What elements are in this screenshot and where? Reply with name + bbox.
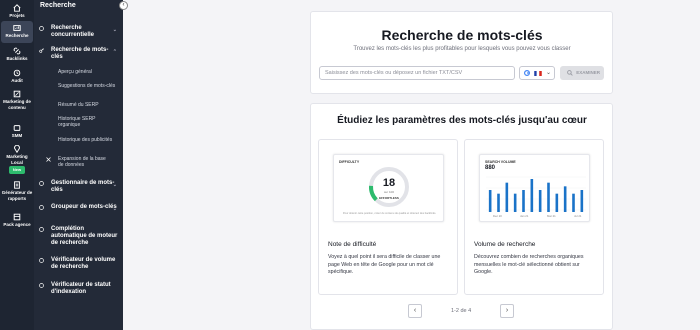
volume-icon	[39, 258, 44, 263]
feature-difficulty-title: Note de difficulté	[328, 241, 377, 248]
volume-bar	[530, 179, 534, 212]
difficulty-preview: DIFFICULTY 18 sur 100 EFFORTLESS Pour ob…	[333, 154, 444, 222]
difficulty-foot: Pour obtenir cette position, créez du co…	[342, 212, 437, 215]
rail-local-marketing[interactable]: Marketing Local New	[1, 145, 33, 174]
volume-bar	[488, 190, 492, 212]
rail-report-builder[interactable]: Générateur de rapports	[1, 181, 33, 201]
volume-bar	[572, 193, 575, 212]
sidebar-item-autocomplete[interactable]: Complétion automatique de moteur de rech…	[39, 226, 119, 247]
feature-difficulty: DIFFICULTY 18 sur 100 EFFORTLESS Pour ob…	[318, 139, 458, 295]
examine-button[interactable]: EXAMINER	[560, 66, 604, 80]
content-icon	[13, 90, 21, 98]
feature-difficulty-desc: Voyez à quel point il sera difficile de …	[328, 254, 441, 275]
volume-bar	[513, 193, 517, 212]
sidebar-item-keyword-research[interactable]: Recherche de mots-clés ⌃	[39, 47, 119, 61]
volume-bar	[555, 193, 559, 212]
volume-bar	[547, 182, 550, 212]
volume-bar	[538, 190, 542, 212]
volume-label: SEARCH VOLUME	[485, 160, 516, 164]
sidebar-item-index-checker[interactable]: Vérificateur de statut d'indexation	[39, 282, 119, 296]
difficulty-level: EFFORTLESS	[379, 196, 399, 200]
difficulty-label: DIFFICULTY	[339, 160, 360, 164]
location-icon	[14, 145, 20, 153]
research-icon	[13, 25, 21, 31]
smm-icon	[13, 125, 21, 131]
chevron-down-icon: ⌄	[546, 70, 552, 76]
volume-axis-label: Jan 21	[520, 214, 529, 218]
volume-bar	[580, 190, 584, 212]
grouper-icon	[39, 205, 44, 210]
pagination-next-button[interactable]: ›	[500, 304, 514, 318]
database-select[interactable]: ⌄	[519, 66, 555, 80]
chevron-up-icon: ⌃	[112, 49, 117, 55]
sidebar-item-competitive-research[interactable]: Recherche concurrentielle ⌄	[39, 25, 119, 39]
search-icon	[567, 70, 573, 76]
feature-volume-title: Volume de recherche	[474, 241, 536, 248]
report-icon	[14, 181, 20, 189]
chevron-right-icon: ›	[505, 307, 509, 314]
sidebar-sub-ads-history[interactable]: Historique des publicités	[58, 137, 118, 143]
search-card	[310, 11, 613, 94]
pagination-text: 1-2 de 4	[451, 308, 472, 314]
features-title: Étudiez les paramètres des mots-clés jus…	[337, 115, 587, 126]
sidebar-item-volume-checker[interactable]: Vérificateur de volume de recherche	[39, 257, 119, 271]
page-subtitle: Trouvez les mots-clés les plus profitabl…	[353, 46, 571, 52]
google-icon	[524, 70, 530, 76]
chevron-left-icon: ‹	[413, 307, 417, 314]
collapse-sidebar-button[interactable]: ‹	[119, 1, 128, 10]
sidebar-sub-serp-summary[interactable]: Résumé du SERP	[58, 102, 118, 108]
page-title: Recherche de mots-clés	[381, 27, 543, 43]
difficulty-score-sub: sur 100	[383, 190, 394, 194]
rail-projects[interactable]: Projets	[1, 4, 33, 19]
index-icon	[39, 283, 44, 288]
sidebar-sub-keyword-suggestions[interactable]: Suggestions de mots-clés	[58, 83, 118, 89]
volume-value: 880	[485, 165, 496, 171]
volume-bar	[505, 182, 509, 212]
expand-icon	[46, 157, 51, 162]
research-sidebar: Recherche Recherche concurrentielle ⌄ Re…	[34, 0, 123, 330]
chevron-down-icon: ⌄	[112, 27, 117, 33]
sidebar-item-keyword-grouper[interactable]: Groupeur de mots-clés ⌄	[39, 204, 119, 212]
difficulty-score: 18	[382, 177, 396, 189]
icon-rail: Projets Recherche Backlinks Audit Market…	[0, 0, 34, 330]
volume-preview: SEARCH VOLUME 880 Dec 20 Jan 21 Mar 21 J…	[479, 154, 590, 222]
chevron-down-icon: ⌄	[112, 182, 117, 188]
volume-axis-label: Jul 21	[574, 214, 582, 218]
sidebar-sub-database-expansion[interactable]: Expansion de la base de données	[46, 156, 106, 168]
rail-research[interactable]: Recherche	[1, 21, 33, 43]
home-icon	[13, 4, 21, 12]
volume-bar	[497, 193, 500, 212]
volume-axis-label: Mar 21	[547, 214, 556, 218]
rail-agency-pack[interactable]: Pack agence	[1, 213, 33, 228]
feature-volume-desc: Découvrez combien de recherches organiqu…	[474, 254, 584, 275]
new-badge: New	[8, 166, 26, 174]
keyword-search-input[interactable]: Saisissez des mots-clés ou déposez un fi…	[319, 66, 515, 80]
sidebar-item-keyword-manager[interactable]: Gestionnaire de mots-clés ⌄	[39, 180, 119, 194]
volume-bar	[522, 190, 525, 212]
autocomplete-icon	[39, 227, 44, 232]
volume-bar	[563, 186, 567, 212]
rail-backlinks[interactable]: Backlinks	[1, 47, 33, 62]
sidebar-sub-overview[interactable]: Aperçu général	[58, 69, 118, 75]
volume-axis-label: Dec 20	[493, 214, 502, 218]
feature-volume: SEARCH VOLUME 880 Dec 20 Jan 21 Mar 21 J…	[464, 139, 604, 295]
sidebar-sub-organic-serp-history[interactable]: Historique SERP organique	[58, 116, 118, 128]
sidebar-title: Recherche	[40, 2, 76, 9]
rail-content-marketing[interactable]: Marketing de contenu	[1, 90, 33, 110]
pagination-prev-button[interactable]: ‹	[408, 304, 422, 318]
rail-smm[interactable]: SMM	[1, 124, 33, 139]
key-icon	[39, 48, 44, 53]
volume-chart	[486, 176, 586, 212]
agency-icon	[13, 213, 21, 221]
link-icon	[13, 47, 21, 55]
manager-icon	[39, 181, 44, 186]
france-flag-icon	[534, 71, 542, 76]
audit-icon	[13, 69, 21, 77]
competitor-icon	[39, 26, 44, 31]
rail-audit[interactable]: Audit	[1, 69, 33, 84]
chevron-down-icon: ⌄	[112, 206, 117, 212]
